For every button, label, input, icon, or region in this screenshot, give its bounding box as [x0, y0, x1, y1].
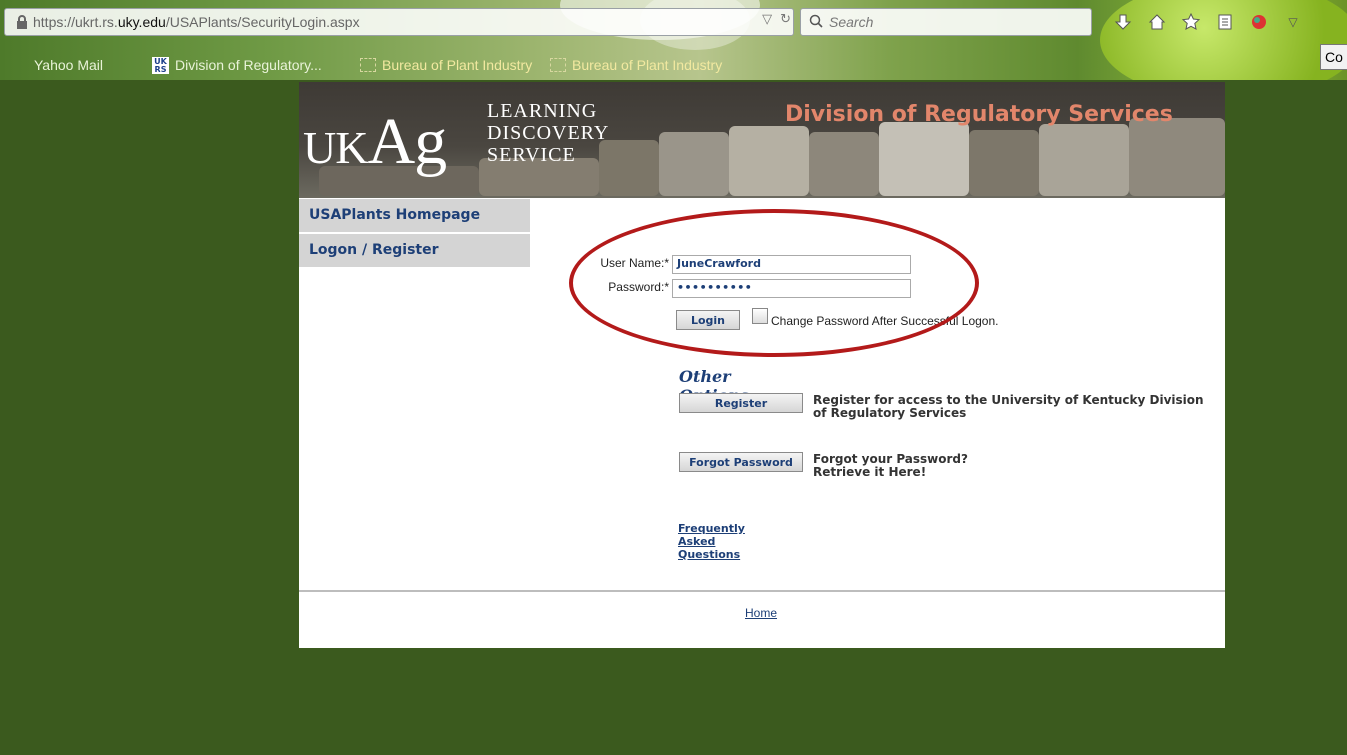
banner-stone [1039, 124, 1129, 196]
page-content: UKAg LEARNING DISCOVERY SERVICE Division… [299, 82, 1225, 648]
bookmark-star-icon[interactable] [1176, 8, 1206, 36]
search-icon [809, 13, 823, 32]
password-label: Password:* [608, 280, 669, 294]
url-tools: ▽ ↻ [762, 12, 791, 27]
nav-logon-register[interactable]: Logon / Register [299, 234, 530, 269]
url-text: https://ukrt.rs.uky.edu/USAPlants/Securi… [33, 14, 360, 30]
bookmark-division-regulatory[interactable]: UK RS Division of Regulatory... [152, 56, 322, 74]
register-desc-line: of Regulatory Services [813, 406, 967, 420]
nav-usaplants-homepage[interactable]: USAPlants Homepage [299, 199, 530, 234]
username-input[interactable]: JuneCrawford [672, 255, 911, 274]
banner-stone [969, 130, 1039, 196]
extension-icon[interactable] [1244, 8, 1274, 36]
tooltip: Co [1320, 44, 1347, 70]
username-label: User Name:* [600, 256, 669, 270]
bookmark-label: Yahoo Mail [34, 57, 104, 73]
banner-stone [1129, 118, 1225, 196]
register-description: Register for access to the University of… [813, 394, 1213, 420]
bookmark-bureau-plant-industry[interactable]: Bureau of Plant Industry [360, 57, 532, 73]
toolbar-icons: ▽ [1108, 8, 1308, 36]
bookmark-label: Bureau of Plant Industry [382, 57, 533, 73]
banner-stone [809, 132, 879, 196]
forgot-desc-line: Retrieve it Here! [813, 465, 927, 479]
home-icon[interactable] [1142, 8, 1172, 36]
banner-stone [659, 132, 729, 196]
forgot-password-description: Forgot your Password? Retrieve it Here! [813, 453, 1113, 479]
forgot-password-button[interactable]: Forgot Password [679, 452, 803, 472]
banner-stone [729, 126, 809, 196]
menu-dropdown-icon[interactable]: ▽ [1278, 8, 1308, 36]
tagline-line: DISCOVERY [487, 122, 610, 144]
division-title: Division of Regulatory Services [785, 102, 1173, 127]
dropdown-arrow-icon[interactable]: ▽ [762, 12, 772, 27]
footer-divider [299, 590, 1225, 592]
login-button[interactable]: Login [676, 310, 740, 330]
faq-link[interactable]: Frequently Asked Questions [678, 522, 745, 561]
download-icon[interactable] [1108, 8, 1138, 36]
bookmark-yahoo-mail[interactable]: Yahoo Mail [34, 57, 103, 73]
bookmark-bureau-plant-industry-2[interactable]: Bureau of Plant Industry [550, 57, 722, 73]
tagline-line: SERVICE [487, 144, 576, 166]
reading-list-icon[interactable] [1210, 8, 1240, 36]
reload-icon[interactable]: ↻ [780, 12, 791, 27]
bookmark-label: Bureau of Plant Industry [572, 57, 723, 73]
change-password-checkbox[interactable] [752, 308, 768, 324]
change-password-label: Change Password After Successful Logon. [771, 314, 999, 328]
banner-tagline: LEARNING DISCOVERY SERVICE [487, 100, 609, 166]
lock-icon [11, 11, 33, 33]
bookmark-label: Division of Regulatory... [175, 57, 322, 73]
bookmark-folder-icon [360, 58, 376, 72]
search-bar[interactable] [800, 8, 1092, 36]
side-navigation: USAPlants Homepage Logon / Register [299, 199, 530, 269]
ukrs-icon: UK RS [152, 56, 169, 74]
bookmark-folder-icon [550, 58, 566, 72]
tagline-line: LEARNING [487, 100, 598, 122]
register-button[interactable]: Register [679, 393, 803, 413]
site-banner: UKAg LEARNING DISCOVERY SERVICE Division… [299, 82, 1225, 198]
browser-toolbar: https://ukrt.rs.uky.edu/USAPlants/Securi… [0, 0, 1347, 80]
address-bar[interactable]: https://ukrt.rs.uky.edu/USAPlants/Securi… [4, 8, 794, 36]
banner-stone [879, 122, 969, 196]
register-desc-line: Register for access to the University of… [813, 393, 1204, 407]
footer-home-link[interactable]: Home [745, 606, 777, 620]
password-input[interactable]: •••••••••• [672, 279, 911, 298]
forgot-desc-line: Forgot your Password? [813, 452, 968, 466]
search-input[interactable] [829, 14, 1069, 30]
ukag-logo: UKAg [303, 105, 447, 178]
